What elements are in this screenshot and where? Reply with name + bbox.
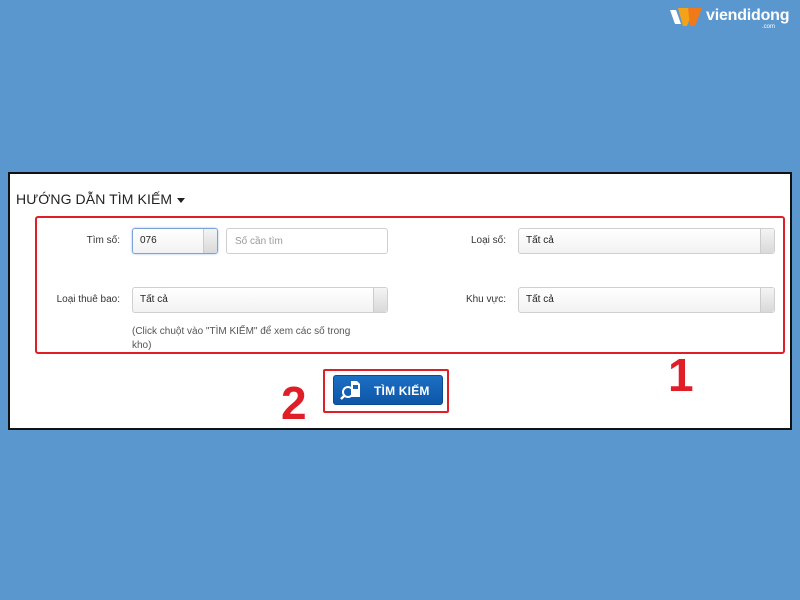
loai-thue-bao-select[interactable]: Tất cả: [132, 287, 388, 313]
chevron-down-icon[interactable]: [760, 288, 774, 312]
brand-logo: viendidong .com: [668, 4, 796, 30]
tim-so-label: Tìm số:: [86, 235, 120, 246]
caret-down-icon[interactable]: [177, 198, 185, 203]
chevron-down-icon[interactable]: [203, 229, 217, 253]
loai-thue-bao-label: Loại thuê bao:: [56, 294, 120, 305]
step-1-annotation: 1: [668, 349, 694, 401]
number-search-input[interactable]: [226, 228, 388, 254]
loai-so-select-value: Tất cả: [526, 235, 554, 246]
brand-name: viendidong: [706, 7, 790, 24]
chevron-down-icon[interactable]: [760, 229, 774, 253]
search-button[interactable]: TÌM KIẾM: [333, 375, 443, 405]
khu-vuc-label: Khu vực:: [465, 294, 506, 305]
step-2-annotation: 2: [281, 377, 307, 429]
khu-vuc-select[interactable]: Tất cả: [518, 287, 775, 313]
loai-thue-bao-select-value: Tất cả: [140, 294, 168, 305]
sim-search-icon: [340, 381, 360, 400]
brand-sub: .com: [762, 24, 776, 30]
khu-vuc-select-value: Tất cả: [526, 294, 554, 305]
search-hint: (Click chuột vào "TÌM KIẾM" để xem các s…: [132, 326, 351, 351]
panel-title[interactable]: HƯỚNG DẪN TÌM KIẾM: [16, 191, 172, 207]
loai-so-label: Loại số:: [470, 235, 506, 246]
loai-so-select[interactable]: Tất cả: [518, 228, 775, 254]
prefix-select-value: 076: [140, 235, 157, 246]
chevron-down-icon[interactable]: [373, 288, 387, 312]
prefix-select[interactable]: 076: [132, 228, 218, 254]
brand-logo-icon: [670, 8, 702, 26]
search-button-label: TÌM KIẾM: [374, 384, 430, 398]
